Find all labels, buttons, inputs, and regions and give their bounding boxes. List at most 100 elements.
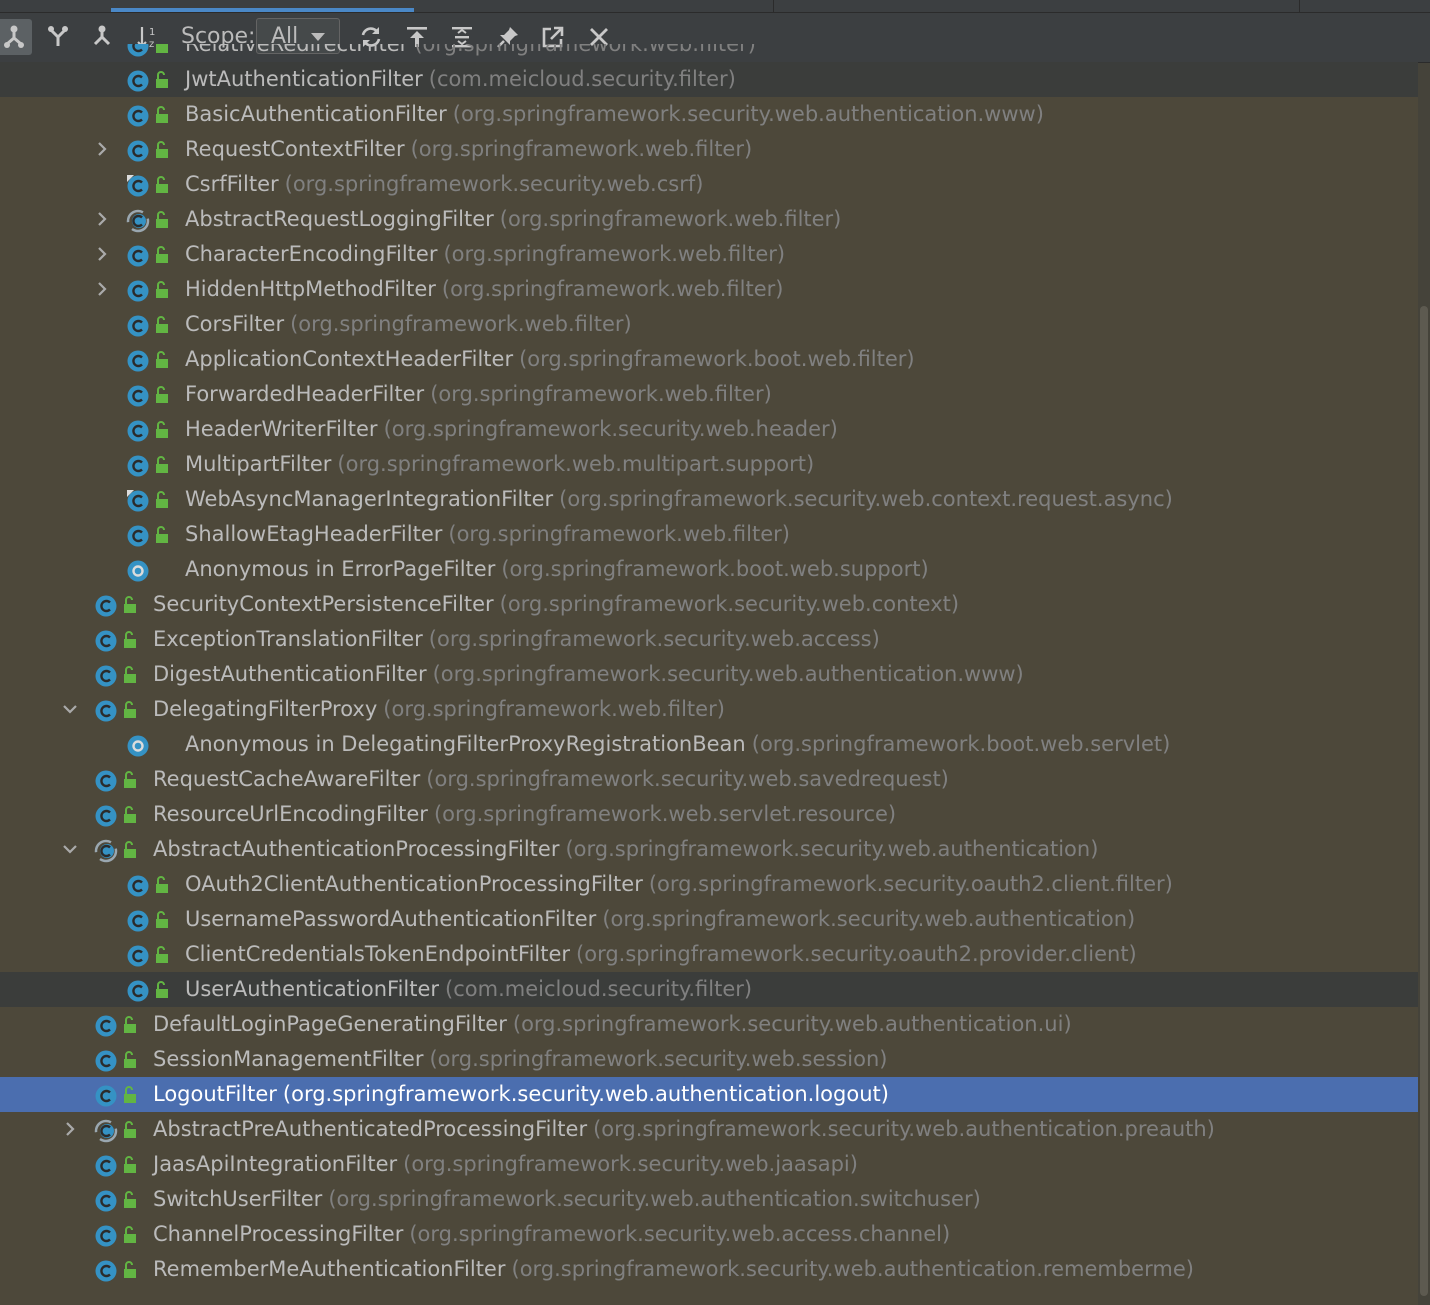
chevron-down-icon[interactable]: [62, 701, 78, 717]
tree-row[interactable]: ChannelProcessingFilter (org.springframew…: [0, 1217, 1418, 1252]
chevron-right-icon[interactable]: [94, 246, 110, 262]
class-name: LogoutFilter (org.springframework.securit…: [153, 1077, 889, 1112]
class-name-text: JwtAuthenticationFilter: [185, 67, 423, 91]
tree-row[interactable]: OAuth2ClientAuthenticationProcessingFilt…: [0, 867, 1418, 902]
class-name: JaasApiIntegrationFilter (org.springframe…: [153, 1147, 858, 1182]
tab-separator: [1299, 0, 1300, 12]
tree-row[interactable]: MultipartFilter (org.springframework.web.…: [0, 447, 1418, 482]
tree-row[interactable]: ResourceUrlEncodingFilter (org.springfram…: [0, 797, 1418, 832]
lock-open-icon: [156, 981, 168, 998]
tree-row[interactable]: ApplicationContextHeaderFilter (org.sprin…: [0, 342, 1418, 377]
chevron-right-icon[interactable]: [94, 211, 110, 227]
tree-rows: RelativeRedirectFilter (org.springframewo…: [0, 44, 1418, 1287]
tree-row[interactable]: RememberMeAuthenticationFilter (org.sprin…: [0, 1252, 1418, 1287]
class-name-text: SessionManagementFilter: [153, 1047, 424, 1071]
tree-row[interactable]: BasicAuthenticationFilter (org.springfram…: [0, 97, 1418, 132]
package-name: (org.springframework.boot.web.support): [501, 557, 929, 581]
lock-open-icon: [156, 491, 168, 508]
class-name: RememberMeAuthenticationFilter (org.sprin…: [153, 1252, 1194, 1287]
tree-row[interactable]: DefaultLoginPageGeneratingFilter (org.spr…: [0, 1007, 1418, 1042]
tree-row[interactable]: HeaderWriterFilter (org.springframework.s…: [0, 412, 1418, 447]
lock-open-icon: [156, 246, 168, 263]
lock-open-icon: [156, 281, 168, 298]
class-name: DelegatingFilterProxy (org.springframewor…: [153, 692, 725, 727]
class-name-text: ResourceUrlEncodingFilter: [153, 802, 428, 826]
tree-row[interactable]: Anonymous in DelegatingFilterProxyRegist…: [0, 727, 1418, 762]
package-name: (org.springframework.web.filter): [441, 277, 784, 301]
class-name-text: UsernamePasswordAuthenticationFilter: [185, 907, 597, 931]
chevron-down-icon[interactable]: [62, 841, 78, 857]
active-tab-indicator: [111, 8, 414, 12]
tree-row[interactable]: DigestAuthenticationFilter (org.springfra…: [0, 657, 1418, 692]
tree-row[interactable]: UsernamePasswordAuthenticationFilter (org…: [0, 902, 1418, 937]
lock-open-icon: [124, 701, 136, 718]
tree-row[interactable]: HiddenHttpMethodFilter (org.springframewo…: [0, 272, 1418, 307]
class-icon: [127, 385, 149, 407]
vertical-scrollbar[interactable]: [1418, 63, 1430, 1305]
tree-row[interactable]: CharacterEncodingFilter (org.springframew…: [0, 237, 1418, 272]
class-name-text: CharacterEncodingFilter: [185, 242, 438, 266]
class-name: JwtAuthenticationFilter (com.meicloud.sec…: [185, 62, 736, 97]
abstract-class-icon: [126, 209, 150, 233]
class-icon: [127, 140, 149, 162]
tree-row[interactable]: JaasApiIntegrationFilter (org.springframe…: [0, 1147, 1418, 1182]
tree-row[interactable]: WebAsyncManagerIntegrationFilter (org.spr…: [0, 482, 1418, 517]
class-name: SessionManagementFilter (org.springframew…: [153, 1042, 887, 1077]
class-icon: [127, 525, 149, 547]
package-name: (org.springframework.security.web.contex…: [499, 592, 960, 616]
package-name: (org.springframework.security.web.authen…: [602, 907, 1136, 931]
tree-row[interactable]: UserAuthenticationFilter (com.meicloud.se…: [0, 972, 1418, 1007]
class-name: MultipartFilter (org.springframework.web.…: [185, 447, 814, 482]
tree-row[interactable]: SecurityContextPersistenceFilter (org.spr…: [0, 587, 1418, 622]
package-name: (org.springframework.security.web.authen…: [593, 1117, 1215, 1141]
class-icon: [95, 665, 117, 687]
class-icon: [127, 44, 149, 57]
type-hierarchy-tree[interactable]: RelativeRedirectFilter (org.springframewo…: [0, 44, 1418, 1305]
class-name: UserAuthenticationFilter (com.meicloud.se…: [185, 972, 752, 1007]
tree-row[interactable]: DelegatingFilterProxy (org.springframewor…: [0, 692, 1418, 727]
tree-row[interactable]: SessionManagementFilter (org.springframew…: [0, 1042, 1418, 1077]
tree-row[interactable]: Anonymous in ErrorPageFilter (org.springf…: [0, 552, 1418, 587]
package-name: (org.springframework.web.filter): [443, 242, 786, 266]
tree-row[interactable]: SwitchUserFilter (org.springframework.sec…: [0, 1182, 1418, 1217]
scrollbar-thumb[interactable]: [1420, 306, 1428, 1296]
tree-row[interactable]: RelativeRedirectFilter (org.springframewo…: [0, 44, 1418, 62]
class-name-text: ApplicationContextHeaderFilter: [185, 347, 514, 371]
class-name-text: RequestContextFilter: [185, 137, 405, 161]
package-name: (org.springframework.web.filter): [448, 522, 790, 546]
tree-row[interactable]: ClientCredentialsTokenEndpointFilter (org…: [0, 937, 1418, 972]
class-name-text: ChannelProcessingFilter: [153, 1222, 404, 1246]
lock-open-icon: [156, 176, 168, 193]
tree-row[interactable]: AbstractAuthenticationProcessingFilter (o…: [0, 832, 1418, 867]
class-icon: [95, 1050, 117, 1072]
lock-open-icon: [156, 876, 168, 893]
class-name: Anonymous in DelegatingFilterProxyRegist…: [185, 727, 1170, 762]
package-name: (org.springframework.web.filter): [290, 312, 632, 336]
tree-row[interactable]: ExceptionTranslationFilter (org.springfra…: [0, 622, 1418, 657]
tree-row[interactable]: AbstractPreAuthenticatedProcessingFilter…: [0, 1112, 1418, 1147]
lock-open-icon: [156, 106, 168, 123]
tree-row[interactable]: AbstractRequestLoggingFilter (org.springf…: [0, 202, 1418, 237]
tree-row[interactable]: JwtAuthenticationFilter (com.meicloud.sec…: [0, 62, 1418, 97]
tree-row[interactable]: CsrfFilter (org.springframework.security.…: [0, 167, 1418, 202]
tree-row[interactable]: LogoutFilter (org.springframework.securit…: [0, 1077, 1418, 1112]
class-icon: [127, 70, 149, 92]
class-name: SwitchUserFilter (org.springframework.sec…: [153, 1182, 981, 1217]
class-icon: [95, 1260, 117, 1282]
lock-open-icon: [156, 351, 168, 368]
class-name: CsrfFilter (org.springframework.security.…: [185, 167, 703, 202]
tree-row[interactable]: ForwardedHeaderFilter (org.springframewor…: [0, 377, 1418, 412]
package-name: (org.springframework.security.web.access…: [428, 627, 880, 651]
package-name: (org.springframework.security.web.contex…: [559, 487, 1173, 511]
abstract-class-icon: [94, 839, 118, 863]
package-name: (org.springframework.web.filter): [383, 697, 725, 721]
tree-row[interactable]: ShallowEtagHeaderFilter (org.springframew…: [0, 517, 1418, 552]
chevron-right-icon[interactable]: [62, 1121, 78, 1137]
tree-row[interactable]: RequestCacheAwareFilter (org.springframew…: [0, 762, 1418, 797]
chevron-right-icon[interactable]: [94, 281, 110, 297]
tree-row[interactable]: CorsFilter (org.springframework.web.filte…: [0, 307, 1418, 342]
tree-row[interactable]: RequestContextFilter (org.springframework…: [0, 132, 1418, 167]
class-name: DefaultLoginPageGeneratingFilter (org.spr…: [153, 1007, 1072, 1042]
chevron-right-icon[interactable]: [94, 141, 110, 157]
class-name: ShallowEtagHeaderFilter (org.springframew…: [185, 517, 790, 552]
